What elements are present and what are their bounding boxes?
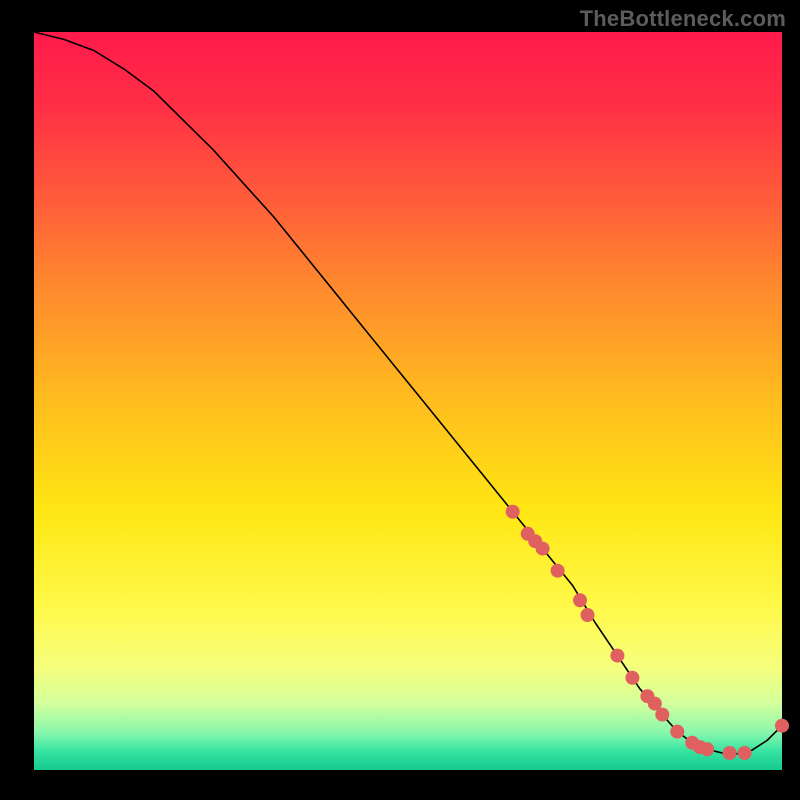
data-marker <box>655 708 669 722</box>
data-marker <box>551 564 565 578</box>
watermark-text: TheBottleneck.com <box>580 6 786 32</box>
data-marker <box>700 742 714 756</box>
data-marker <box>610 649 624 663</box>
data-marker <box>625 671 639 685</box>
data-marker <box>573 593 587 607</box>
data-marker <box>581 608 595 622</box>
data-marker <box>723 746 737 760</box>
data-marker <box>536 542 550 556</box>
chart-background <box>34 32 782 770</box>
data-marker <box>738 746 752 760</box>
bottleneck-chart <box>0 0 800 800</box>
data-marker <box>506 505 520 519</box>
data-marker <box>775 719 789 733</box>
data-marker <box>670 725 684 739</box>
